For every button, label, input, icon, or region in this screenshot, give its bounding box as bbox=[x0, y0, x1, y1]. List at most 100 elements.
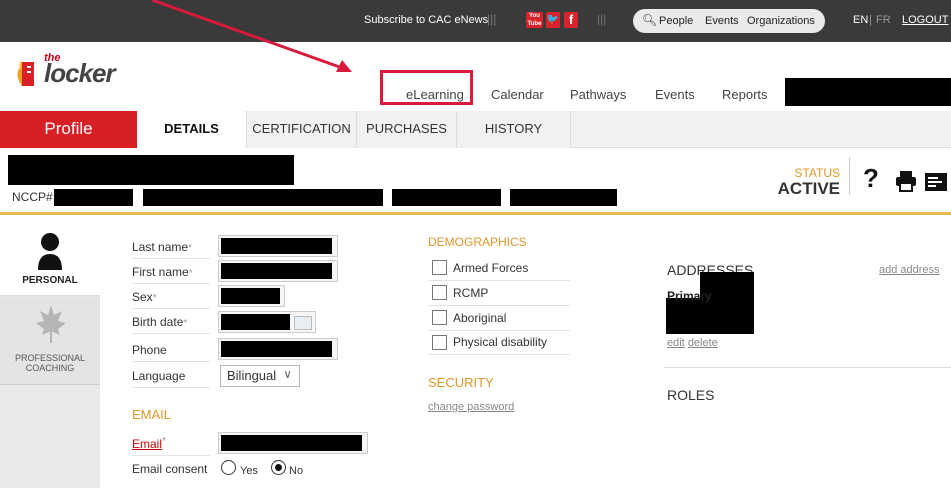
language-label: Language bbox=[132, 369, 186, 383]
aboriginal-checkbox[interactable] bbox=[432, 310, 447, 325]
rcmp-checkbox[interactable] bbox=[432, 285, 447, 300]
add-address-link[interactable]: add address bbox=[879, 264, 940, 276]
separator: ||| bbox=[597, 12, 607, 26]
youtube-icon[interactable]: You Tube bbox=[526, 12, 543, 28]
id-card-icon[interactable] bbox=[925, 173, 947, 191]
address-actions: edit delete bbox=[667, 337, 718, 349]
email-label[interactable]: Email bbox=[132, 437, 162, 451]
nav-reports[interactable]: Reports bbox=[722, 87, 768, 102]
help-icon[interactable]: ? bbox=[863, 163, 879, 194]
search-people-link[interactable]: People bbox=[659, 15, 693, 27]
email-consent-no-radio[interactable] bbox=[271, 460, 286, 475]
no-label: No bbox=[289, 465, 304, 477]
twitter-icon[interactable]: 🐦 bbox=[546, 12, 560, 28]
search-icon[interactable]: 🔍︎ bbox=[642, 13, 657, 27]
facebook-icon[interactable]: f bbox=[564, 12, 578, 28]
sidebar-item-professional-coaching[interactable]: PROFESSIONAL COACHING bbox=[0, 297, 100, 385]
required-mark: * bbox=[162, 436, 166, 447]
armed-forces-label: Armed Forces bbox=[453, 261, 529, 275]
divider bbox=[132, 258, 210, 259]
logout-link[interactable]: LOGOUT bbox=[902, 14, 948, 26]
sidebar-item-personal[interactable]: PERSONAL bbox=[0, 218, 100, 296]
nav-pathways[interactable]: Pathways bbox=[570, 87, 626, 102]
last-name-field[interactable] bbox=[218, 235, 338, 257]
divider bbox=[664, 367, 951, 368]
armed-forces-checkbox[interactable] bbox=[432, 260, 447, 275]
subscribe-link[interactable]: Subscribe to CAC eNews bbox=[364, 14, 488, 26]
maple-leaf-icon bbox=[36, 305, 66, 343]
tab-details[interactable]: DETAILS bbox=[137, 111, 247, 148]
redacted-info bbox=[392, 189, 501, 206]
lang-fr[interactable]: FR bbox=[876, 14, 891, 26]
search-events-link[interactable]: Events bbox=[705, 15, 739, 27]
print-icon[interactable] bbox=[895, 170, 917, 192]
redacted-member-name bbox=[8, 155, 294, 185]
redacted-info bbox=[510, 189, 617, 206]
divider bbox=[132, 387, 210, 388]
divider bbox=[132, 455, 210, 456]
phone-field[interactable] bbox=[218, 338, 338, 360]
language-value: Bilingual bbox=[227, 368, 277, 383]
separator: ||| bbox=[487, 12, 497, 26]
person-icon bbox=[38, 233, 62, 270]
status-value: ACTIVE bbox=[777, 179, 840, 198]
divider bbox=[132, 361, 210, 362]
sex-field[interactable] bbox=[218, 285, 285, 307]
lang-divider: | bbox=[869, 14, 872, 26]
logo-locker-text: locker bbox=[44, 58, 116, 88]
physical-disability-checkbox[interactable] bbox=[432, 335, 447, 350]
divider bbox=[132, 283, 210, 284]
lang-en[interactable]: EN bbox=[853, 14, 868, 26]
redacted-nccp-number bbox=[54, 189, 133, 206]
search-pill[interactable]: 🔍︎ People Events Organizations bbox=[633, 9, 825, 33]
aboriginal-label: Aboriginal bbox=[453, 311, 507, 325]
divider bbox=[428, 305, 570, 306]
divider bbox=[428, 354, 570, 355]
physical-disability-label: Physical disability bbox=[453, 335, 548, 349]
primary-label: Primary bbox=[667, 289, 712, 303]
header-divider bbox=[0, 212, 951, 215]
redacted-contact-info bbox=[143, 189, 383, 206]
divider bbox=[132, 308, 210, 309]
change-password-link[interactable]: change password bbox=[428, 401, 514, 413]
roles-heading: ROLES bbox=[667, 387, 715, 403]
nav-events[interactable]: Events bbox=[655, 87, 695, 102]
divider bbox=[849, 157, 850, 195]
language-select[interactable]: Bilingual ∨ bbox=[220, 365, 300, 387]
sidebar-label-personal: PERSONAL bbox=[22, 275, 78, 286]
last-name-label: Last name* bbox=[132, 240, 192, 254]
rcmp-label: RCMP bbox=[453, 286, 489, 300]
phone-label: Phone bbox=[132, 343, 167, 357]
chevron-down-icon: ∨ bbox=[283, 367, 292, 381]
nav-calendar[interactable]: Calendar bbox=[491, 87, 544, 102]
elearning-highlight-box bbox=[380, 70, 473, 105]
flame-logo-icon bbox=[17, 60, 34, 86]
demographics-heading: DEMOGRAPHICS bbox=[428, 235, 527, 249]
redacted-user-bar bbox=[785, 78, 951, 106]
security-heading: SECURITY bbox=[428, 375, 494, 390]
divider bbox=[428, 280, 570, 281]
search-organizations-link[interactable]: Organizations bbox=[747, 15, 815, 27]
tab-purchases[interactable]: PURCHASES bbox=[357, 111, 457, 148]
divider bbox=[132, 333, 210, 334]
tab-history[interactable]: HISTORY bbox=[457, 111, 571, 148]
redacted-address bbox=[666, 298, 754, 334]
sex-label: Sex* bbox=[132, 290, 157, 304]
birth-date-label: Birth date* bbox=[132, 315, 188, 329]
divider bbox=[428, 330, 570, 331]
profile-heading: Profile bbox=[0, 111, 137, 148]
calendar-icon[interactable] bbox=[294, 316, 312, 330]
email-consent-yes-radio[interactable] bbox=[221, 460, 236, 475]
tab-certification[interactable]: CERTIFICATION bbox=[247, 111, 357, 148]
delete-address-link[interactable]: delete bbox=[688, 337, 718, 349]
nccp-label: NCCP# bbox=[12, 190, 53, 204]
top-bar: Subscribe to CAC eNews ||| You Tube 🐦 f |… bbox=[0, 0, 951, 42]
yes-label: Yes bbox=[240, 465, 258, 477]
email-consent-label: Email consent bbox=[132, 462, 208, 476]
first-name-label: First name* bbox=[132, 265, 193, 279]
status-label: STATUS bbox=[794, 166, 840, 180]
first-name-field[interactable] bbox=[218, 260, 338, 282]
edit-address-link[interactable]: edit bbox=[667, 337, 685, 349]
email-field[interactable] bbox=[218, 432, 368, 454]
sidebar-label-professional: PROFESSIONAL COACHING bbox=[14, 353, 86, 373]
